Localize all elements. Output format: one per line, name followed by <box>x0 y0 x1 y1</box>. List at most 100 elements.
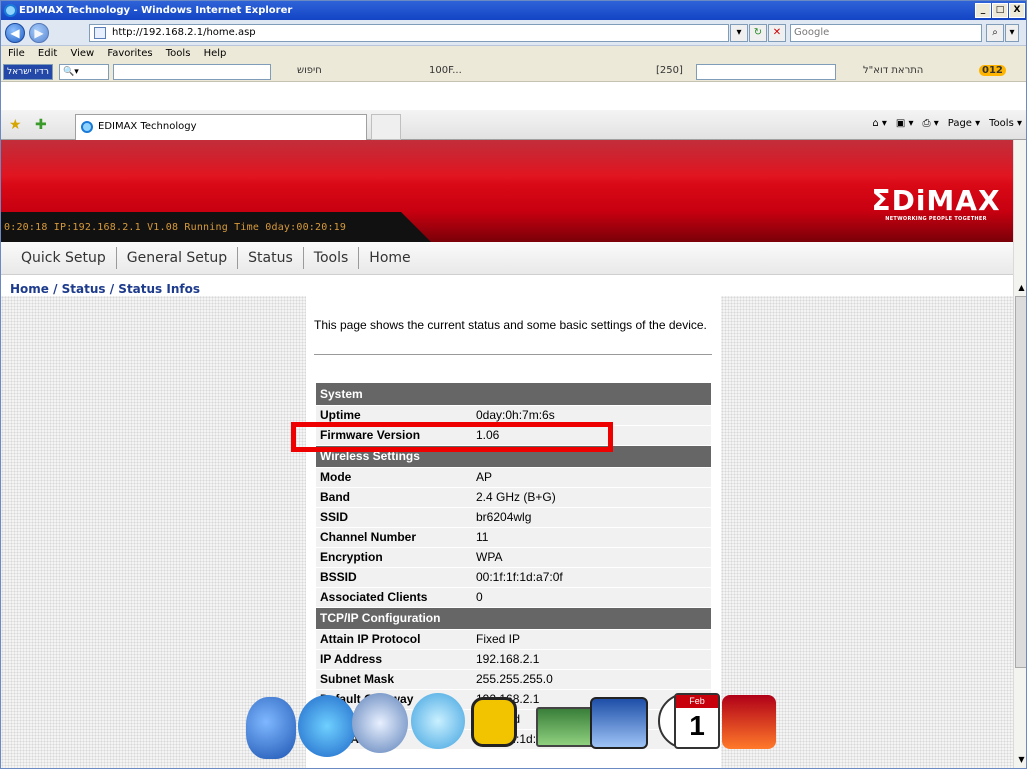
section-title: System <box>316 383 711 406</box>
row-value: br6204wlg <box>472 507 711 528</box>
table-row: Associated Clients 0 <box>316 587 711 608</box>
edimax-logo: ΣDiMAX NETWORKING PEOPLE TOGETHER <box>861 184 1011 223</box>
radio-station-box[interactable]: רדיו ישראל <box>3 64 53 80</box>
print-icon[interactable]: ⎙ ▾ <box>923 118 939 129</box>
tab-ie-icon <box>81 121 93 133</box>
scroll-thumb[interactable] <box>1015 296 1026 668</box>
menu-help[interactable]: Help <box>204 48 227 59</box>
table-section-header: System <box>316 383 711 406</box>
row-label: Mode <box>316 467 472 488</box>
search-input[interactable]: Google <box>790 24 982 42</box>
row-value: 255.255.255.0 <box>472 669 711 690</box>
favorites-star-icon[interactable]: ★ <box>9 117 22 133</box>
mail-alert-label[interactable]: התראת דוא"ל <box>863 65 923 76</box>
command-bar: ⌂ ▾ ▣ ▾ ⎙ ▾ Page ▾ Tools ▾ <box>872 118 1022 129</box>
row-label: IP Address <box>316 649 472 670</box>
scroll-up-button[interactable]: ▲ <box>1014 280 1026 295</box>
mail-icon[interactable] <box>352 693 408 753</box>
feeds-icon[interactable]: ▣ ▾ <box>896 118 914 129</box>
breadcrumb: Home / Status / Status Infos <box>10 282 200 296</box>
table-row: Band 2.4 GHz (B+G) <box>316 487 711 508</box>
toolbar-search-input[interactable] <box>113 64 271 80</box>
menu-tools[interactable]: Tools <box>166 48 191 59</box>
calendar-day: 1 <box>689 710 705 741</box>
app-icon[interactable] <box>722 695 776 749</box>
back-button[interactable]: ◀ <box>5 23 25 43</box>
row-label: Channel Number <box>316 527 472 548</box>
refresh-button[interactable]: ↻ <box>749 24 767 42</box>
nav-tools[interactable]: Tools <box>304 250 359 266</box>
favorites-tab-bar: ★ ✚ EDIMAX Technology ⌂ ▾ ▣ ▾ ⎙ ▾ Page ▾… <box>1 110 1026 140</box>
new-tab-button[interactable] <box>371 114 401 140</box>
nav-quick-setup[interactable]: Quick Setup <box>11 250 116 266</box>
row-value: 00:1f:1f:1d:a7:0f <box>472 567 711 588</box>
page-viewport: 0:20:18 IP:192.168.2.1 V1.08 Running Tim… <box>1 140 1013 768</box>
search-button[interactable]: ⌕ <box>986 24 1004 42</box>
table-row: Subnet Mask 255.255.255.0 <box>316 669 711 690</box>
calendar-icon[interactable]: Feb 1 <box>674 693 720 749</box>
url-field[interactable]: http://192.168.2.1/home.asp <box>89 24 729 42</box>
nav-home[interactable]: Home <box>359 250 420 266</box>
row-value: Fixed IP <box>472 629 711 650</box>
toolbar-count-label[interactable]: [250] <box>656 65 683 76</box>
home-icon[interactable]: ⌂ ▾ <box>872 118 887 129</box>
minimize-button[interactable]: _ <box>975 3 991 18</box>
forward-button[interactable]: ▶ <box>29 23 49 43</box>
012-badge[interactable]: 012 <box>979 65 1006 76</box>
nav-general-setup[interactable]: General Setup <box>117 250 237 266</box>
monitor-icon[interactable] <box>536 707 594 747</box>
toolbar-zoom-label[interactable]: 100F... <box>429 65 462 76</box>
add-favorite-icon[interactable]: ✚ <box>35 117 47 133</box>
section-title: TCP/IP Configuration <box>316 607 711 630</box>
row-label: Associated Clients <box>316 587 472 608</box>
logo-word: ΣDiMAX <box>871 184 1001 217</box>
ie-icon <box>4 4 17 17</box>
row-label: Attain IP Protocol <box>316 629 472 650</box>
notes-icon[interactable] <box>471 697 517 747</box>
tab-edimax[interactable]: EDIMAX Technology <box>75 114 367 140</box>
row-value: AP <box>472 467 711 488</box>
scroll-down-button[interactable]: ▼ <box>1014 752 1026 767</box>
title-bar: EDIMAX Technology - Windows Internet Exp… <box>1 1 1026 20</box>
router-status-line: 0:20:18 IP:192.168.2.1 V1.08 Running Tim… <box>4 222 347 233</box>
calendar-month: Feb <box>676 695 718 708</box>
row-label: SSID <box>316 507 472 528</box>
toolbar-search-icon[interactable]: 🔍▾ <box>59 64 109 80</box>
stop-button[interactable]: ✕ <box>768 24 786 42</box>
close-button[interactable]: X <box>1009 3 1025 18</box>
row-label: Subnet Mask <box>316 669 472 690</box>
menu-file[interactable]: File <box>8 48 25 59</box>
main-nav: Quick Setup General Setup Status Tools H… <box>1 242 1013 275</box>
edimax-banner: 0:20:18 IP:192.168.2.1 V1.08 Running Tim… <box>1 140 1013 242</box>
menu-view[interactable]: View <box>70 48 94 59</box>
firmware-highlight-box <box>291 422 613 452</box>
table-row: Mode AP <box>316 467 711 488</box>
search-options-icon[interactable]: ▾ <box>1005 24 1019 42</box>
row-value: 192.168.2.1 <box>472 649 711 670</box>
apple-icon[interactable] <box>246 697 296 759</box>
intro-text: This page shows the current status and s… <box>314 318 707 332</box>
printer-icon[interactable] <box>590 697 648 749</box>
dock: Feb 1 <box>246 691 776 768</box>
table-row: IP Address 192.168.2.1 <box>316 649 711 670</box>
table-row: SSID br6204wlg <box>316 507 711 528</box>
page-menu-button[interactable]: Page ▾ <box>948 118 980 129</box>
skype-icon[interactable] <box>411 693 465 749</box>
menu-favorites[interactable]: Favorites <box>107 48 152 59</box>
table-row: Channel Number 11 <box>316 527 711 548</box>
browser-window: EDIMAX Technology - Windows Internet Exp… <box>0 0 1027 769</box>
menu-edit[interactable]: Edit <box>38 48 57 59</box>
internet-explorer-icon[interactable] <box>298 695 356 757</box>
nav-status[interactable]: Status <box>238 250 303 266</box>
toolbar-search-label[interactable]: חיפוש <box>297 65 322 76</box>
url-text: http://192.168.2.1/home.asp <box>112 27 256 38</box>
table-row: Attain IP Protocol Fixed IP <box>316 629 711 650</box>
row-label: Encryption <box>316 547 472 568</box>
vertical-scrollbar[interactable]: ▲ ▼ <box>1013 140 1026 768</box>
toolbar-input[interactable] <box>696 64 836 80</box>
tools-menu-button[interactable]: Tools ▾ <box>989 118 1022 129</box>
table-section-header: TCP/IP Configuration <box>316 607 711 630</box>
maximize-button[interactable]: □ <box>992 3 1008 18</box>
url-dropdown-button[interactable]: ▾ <box>730 24 748 42</box>
row-label: Band <box>316 487 472 508</box>
